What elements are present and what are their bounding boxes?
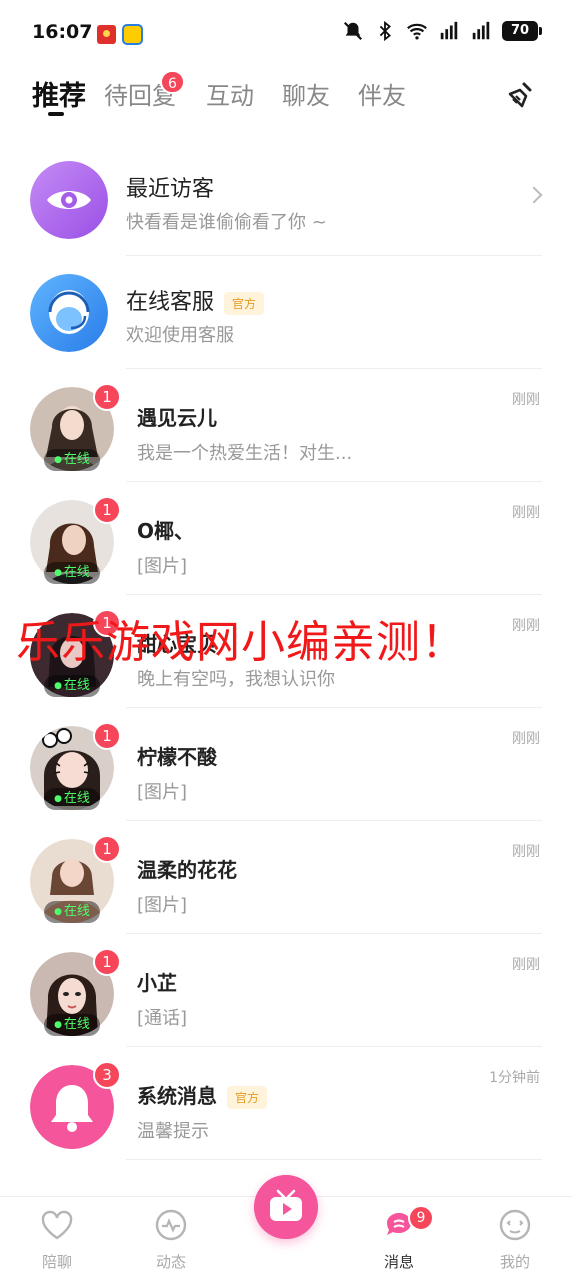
online-status: 在线 bbox=[44, 1014, 100, 1036]
conversation-name: O椰、 bbox=[137, 519, 195, 543]
chevron-right-icon bbox=[525, 186, 543, 204]
nav-profile[interactable]: 我的 bbox=[475, 1207, 555, 1272]
list-item-user[interactable]: 1 在线 小芷 [通话] 刚刚 bbox=[0, 934, 572, 1047]
messages-badge: 9 bbox=[408, 1205, 434, 1231]
tab-pending-badge: 6 bbox=[160, 70, 185, 94]
unread-badge: 3 bbox=[93, 1061, 121, 1089]
conversation-name: 在线客服 官方 bbox=[126, 284, 265, 316]
list-item-system-messages[interactable]: 3 系统消息 官方 温馨提示 1分钟前 bbox=[0, 1047, 572, 1160]
conversation-name: 温柔的花花 bbox=[137, 858, 237, 882]
smiley-face-icon bbox=[499, 1209, 531, 1241]
list-item-recent-visitors[interactable]: 最近访客 快看看是谁偷偷看了你 ~ bbox=[0, 143, 572, 256]
conversation-preview: [图片] bbox=[137, 782, 188, 803]
unread-badge: 1 bbox=[93, 496, 121, 524]
status-bar: 16:07 70 bbox=[0, 0, 572, 64]
broom-icon[interactable] bbox=[502, 80, 536, 114]
online-status: 在线 bbox=[44, 562, 100, 584]
nav-label: 陪聊 bbox=[41, 1253, 72, 1271]
conversation-time: 刚刚 bbox=[512, 505, 540, 521]
mute-bell-icon bbox=[343, 21, 363, 41]
nav-label: 动态 bbox=[155, 1253, 186, 1271]
bluetooth-icon bbox=[379, 20, 391, 42]
list-item-user[interactable]: 1 在线 温柔的花花 [图片] 刚刚 bbox=[0, 821, 572, 934]
conversation-name: 遇见云儿 bbox=[137, 406, 217, 430]
nav-moments[interactable]: 动态 bbox=[131, 1207, 211, 1272]
divider bbox=[126, 1159, 542, 1160]
official-tag: 官方 bbox=[224, 291, 265, 315]
signal-5g-icon-2 bbox=[472, 21, 490, 40]
status-time: 16:07 bbox=[32, 21, 93, 43]
list-item-user[interactable]: 1 在线 柠檬不酸 [图片] 刚刚 bbox=[0, 708, 572, 821]
conversation-preview: [图片] bbox=[137, 895, 188, 916]
online-status: 在线 bbox=[44, 449, 100, 471]
eye-icon bbox=[30, 161, 108, 239]
conversation-preview: 我是一个热爱生活！对生... bbox=[137, 443, 353, 464]
tab-interaction[interactable]: 互动 bbox=[206, 76, 254, 111]
live-tv-play-button[interactable] bbox=[254, 1175, 318, 1239]
tab-active-underline bbox=[48, 112, 64, 116]
unread-badge: 1 bbox=[93, 948, 121, 976]
conversation-preview: [图片] bbox=[137, 556, 188, 577]
conversation-preview: 快看看是谁偷偷看了你 ~ bbox=[126, 212, 327, 233]
nav-label: 我的 bbox=[499, 1253, 530, 1271]
activity-pulse-icon bbox=[155, 1209, 187, 1241]
unread-badge: 1 bbox=[93, 722, 121, 750]
bottom-nav: 陪聊 动态 消息 9 我的 bbox=[0, 1175, 572, 1279]
signal-5g-icon bbox=[440, 21, 458, 40]
tab-companions[interactable]: 伴友 bbox=[358, 76, 406, 111]
official-tag: 官方 bbox=[227, 1086, 268, 1109]
list-item-user[interactable]: 1 在线 遇见云儿 我是一个热爱生活！对生... 刚刚 bbox=[0, 369, 572, 482]
list-item-user[interactable]: 1 在线 O椰、 [图片] 刚刚 bbox=[0, 482, 572, 595]
battery-indicator: 70 bbox=[502, 21, 542, 41]
notification-app-icon bbox=[122, 24, 143, 45]
wifi-icon bbox=[407, 23, 427, 40]
conversation-time: 刚刚 bbox=[512, 392, 540, 408]
red-envelope-app-icon bbox=[97, 25, 116, 44]
list-item-customer-service[interactable]: 在线客服 官方 欢迎使用客服 bbox=[0, 256, 572, 369]
online-status: 在线 bbox=[44, 675, 100, 697]
nav-label: 消息 bbox=[383, 1253, 414, 1271]
conversation-time: 刚刚 bbox=[512, 844, 540, 860]
conversation-preview: [通话] bbox=[137, 1008, 188, 1029]
tab-chat-friends[interactable]: 聊友 bbox=[282, 76, 330, 111]
conversation-preview: 欢迎使用客服 bbox=[126, 325, 234, 346]
tab-recommend[interactable]: 推荐 bbox=[32, 74, 86, 113]
conversation-time: 刚刚 bbox=[512, 618, 540, 634]
customer-service-icon bbox=[30, 274, 108, 352]
conversation-name: 小芷 bbox=[137, 971, 177, 995]
conversation-time: 1分钟前 bbox=[489, 1070, 540, 1086]
online-status: 在线 bbox=[44, 788, 100, 810]
online-status: 在线 bbox=[44, 901, 100, 923]
conversation-name: 系统消息 官方 bbox=[137, 1080, 268, 1109]
watermark-text: 乐乐游戏网小编亲测！ bbox=[16, 617, 466, 668]
unread-badge: 1 bbox=[93, 835, 121, 863]
conversation-name: 最近访客 bbox=[126, 177, 215, 202]
conversation-name: 柠檬不酸 bbox=[137, 745, 217, 769]
unread-badge: 1 bbox=[93, 383, 121, 411]
heart-icon bbox=[41, 1210, 73, 1240]
conversation-time: 刚刚 bbox=[512, 731, 540, 747]
conversation-preview: 温馨提示 bbox=[137, 1121, 209, 1142]
message-tabs: 推荐 待回复 6 互动 聊友 伴友 bbox=[0, 70, 572, 120]
nav-accompany-chat[interactable]: 陪聊 bbox=[17, 1207, 97, 1272]
conversation-time: 刚刚 bbox=[512, 957, 540, 973]
